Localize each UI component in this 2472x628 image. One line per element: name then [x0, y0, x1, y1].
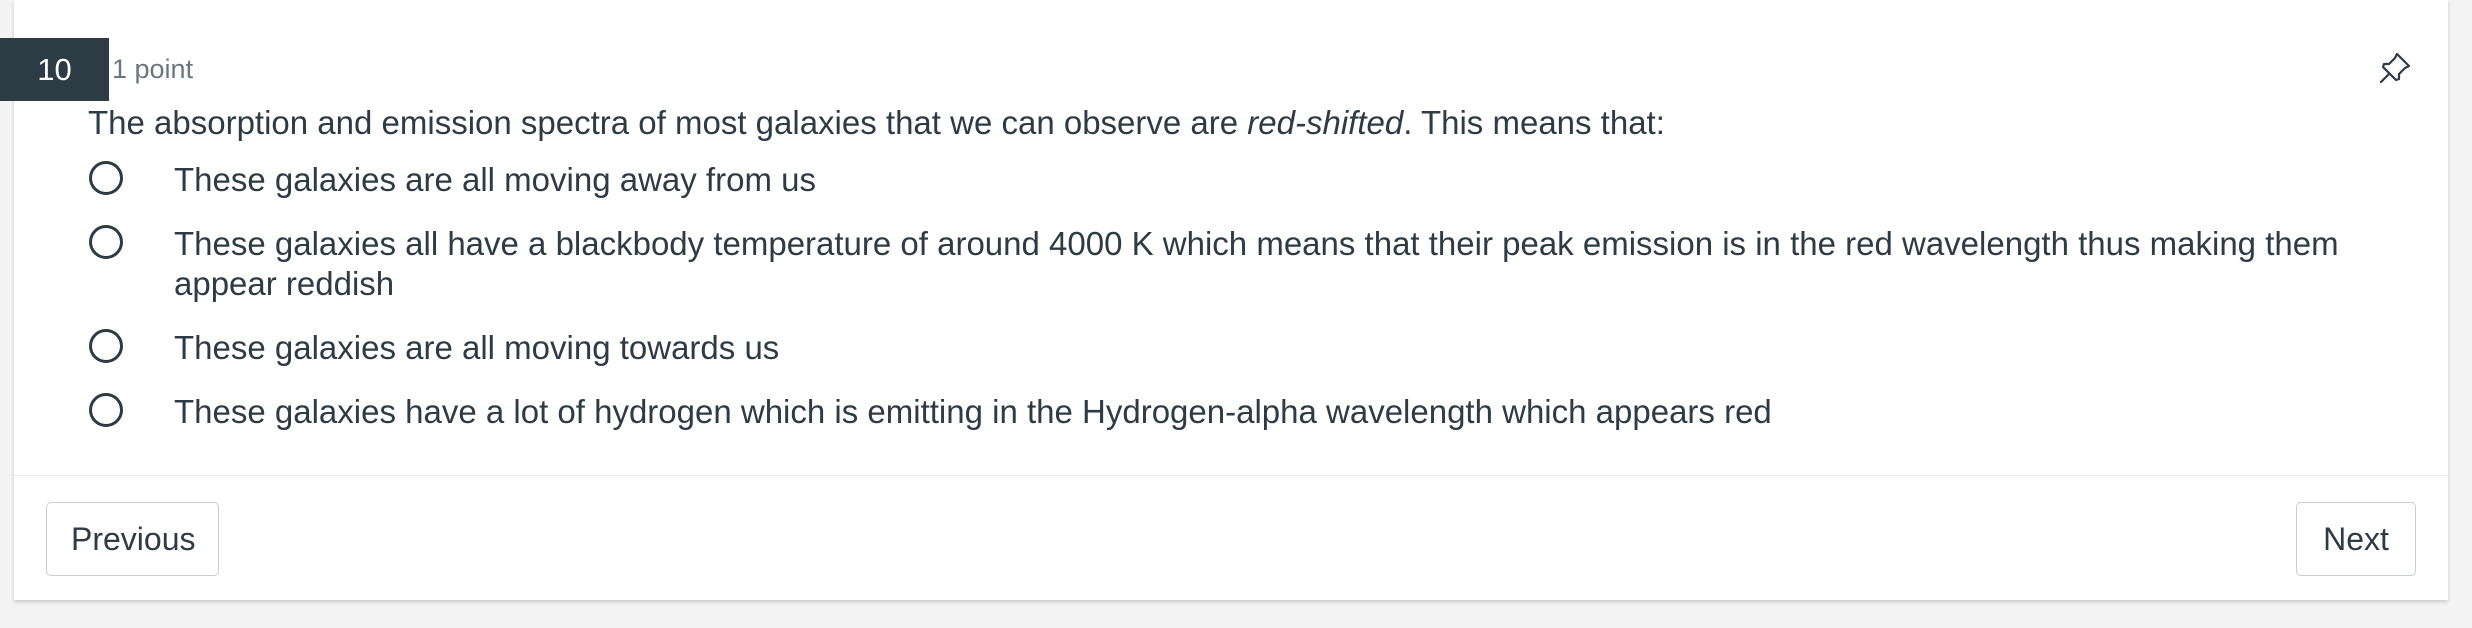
- radio-button[interactable]: [89, 393, 123, 427]
- question-points: 1 point: [112, 54, 194, 84]
- footer-divider: [14, 475, 2448, 476]
- answer-option-2[interactable]: These galaxies all have a blackbody temp…: [89, 224, 2424, 304]
- answer-option-label[interactable]: These galaxies all have a blackbody temp…: [174, 224, 2424, 304]
- question-emphasis: red-shifted: [1247, 104, 1404, 141]
- answer-option-1[interactable]: These galaxies are all moving away from …: [89, 160, 2424, 200]
- answer-option-label[interactable]: These galaxies have a lot of hydrogen wh…: [174, 392, 2424, 432]
- next-button[interactable]: Next: [2296, 502, 2416, 576]
- answer-option-3[interactable]: These galaxies are all moving towards us: [89, 328, 2424, 368]
- quiz-question-card: 10 1 point The absorption and emission s…: [0, 0, 2448, 600]
- radio-button[interactable]: [89, 329, 123, 363]
- radio-button[interactable]: [89, 161, 123, 195]
- answer-option-label[interactable]: These galaxies are all moving towards us: [174, 328, 2424, 368]
- answer-option-4[interactable]: These galaxies have a lot of hydrogen wh…: [89, 392, 2424, 432]
- question-text: The absorption and emission spectra of m…: [88, 104, 1665, 141]
- previous-button[interactable]: Previous: [46, 502, 219, 576]
- question-number-badge: 10: [0, 38, 109, 101]
- pin-icon[interactable]: [2375, 48, 2415, 88]
- radio-button[interactable]: [89, 225, 123, 259]
- answer-option-label[interactable]: These galaxies are all moving away from …: [174, 160, 2424, 200]
